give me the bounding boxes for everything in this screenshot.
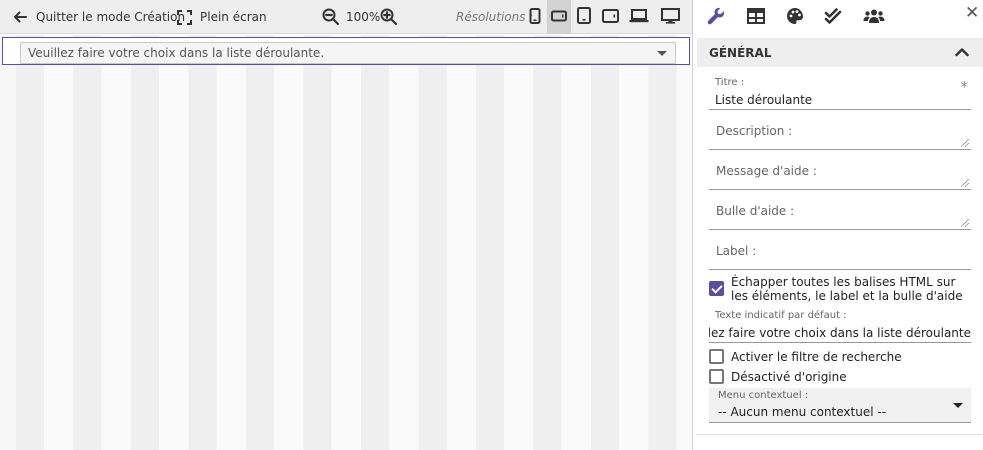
context-menu-select[interactable]: Menu contextuel : -- Aucun menu contextu… (709, 388, 971, 423)
disabled-label: Désactivé d'origine (731, 370, 847, 384)
design-area: Quitter le mode Création Plein écran 100… (0, 0, 693, 450)
section-general-body: Titre : * Liste déroulante Description :… (697, 67, 983, 435)
default-hint-field[interactable]: Texte indicatif par défaut : Veuillez fa… (709, 309, 971, 343)
tab-general[interactable] (705, 6, 727, 30)
design-canvas[interactable]: Veuillez faire votre choix dans la liste… (0, 35, 692, 450)
close-icon: ✕ (965, 3, 980, 23)
resolution-mobile-landscape-button[interactable] (547, 0, 571, 34)
help-message-placeholder: Message d'aide : (716, 164, 817, 178)
description-field[interactable]: Description : (709, 115, 971, 150)
monitor-icon (660, 7, 680, 27)
tab-validation[interactable] (822, 8, 844, 28)
tooltip-placeholder: Bulle d'aide : (716, 204, 795, 218)
resize-handle-icon[interactable] (961, 219, 969, 227)
search-filter-label: Activer le filtre de recherche (731, 350, 902, 364)
disabled-checkbox[interactable] (709, 369, 724, 384)
title-field-label: Titre : (715, 77, 745, 88)
dropdown-preview[interactable]: Veuillez faire votre choix dans la liste… (20, 42, 676, 64)
caret-down-icon (657, 51, 667, 56)
tab-style[interactable] (784, 8, 806, 28)
laptop-icon (629, 8, 649, 26)
section-general-header[interactable]: GÉNÉRAL (697, 38, 983, 67)
label-field[interactable]: Label : (709, 235, 971, 270)
resolution-desktop-button[interactable] (658, 0, 682, 34)
tab-permissions[interactable] (863, 8, 885, 28)
smartphone-landscape-icon (551, 10, 567, 25)
section-general-title: GÉNÉRAL (709, 45, 772, 60)
default-hint-value: Veuillez faire votre choix dans la liste… (709, 326, 971, 340)
zoom-in-icon (380, 8, 398, 26)
resolution-laptop-button[interactable] (627, 0, 651, 34)
caret-down-icon (953, 403, 963, 408)
dropdown-preview-text: Veuillez faire votre choix dans la liste… (28, 46, 325, 60)
resolution-tablet-portrait-button[interactable] (572, 0, 596, 34)
table-icon (747, 8, 765, 28)
users-icon (863, 8, 885, 28)
exit-design-mode-label: Quitter le mode Création (36, 10, 186, 24)
smartphone-icon (529, 7, 541, 27)
close-panel-button[interactable]: ✕ (965, 3, 980, 23)
resolution-tablet-landscape-button[interactable] (598, 0, 622, 34)
properties-tabs: ✕ (697, 0, 983, 36)
zoom-in-button[interactable] (380, 0, 398, 34)
search-filter-checkbox[interactable] (709, 349, 724, 364)
tablet-icon (577, 7, 591, 27)
resize-handle-icon[interactable] (961, 179, 969, 187)
description-placeholder: Description : (716, 124, 793, 138)
palette-icon (786, 7, 804, 29)
exit-design-mode-button[interactable]: Quitter le mode Création (12, 0, 185, 34)
tablet-landscape-icon (601, 8, 619, 26)
zoom-out-icon (322, 8, 340, 26)
title-field[interactable]: Titre : * Liste déroulante (709, 77, 971, 110)
default-hint-label: Texte indicatif par défaut : (715, 310, 847, 321)
fullscreen-icon (177, 9, 192, 25)
label-placeholder: Label : (716, 244, 757, 258)
arrow-left-icon (12, 9, 28, 25)
help-message-field[interactable]: Message d'aide : (709, 155, 971, 190)
chevron-up-icon (955, 46, 969, 60)
resolutions-label: Résolutions : (456, 10, 534, 24)
context-menu-value: -- Aucun menu contextuel -- (718, 405, 887, 419)
resolution-mobile-portrait-button[interactable] (523, 0, 547, 34)
double-check-icon (824, 8, 842, 28)
selected-field-frame[interactable]: Veuillez faire votre choix dans la liste… (2, 37, 690, 65)
context-menu-label: Menu contextuel : (718, 390, 809, 401)
properties-panel: ✕ GÉNÉRAL Titre : * Liste déroulante Des… (697, 0, 983, 450)
title-field-value: Liste déroulante (715, 93, 813, 107)
escape-html-checkbox[interactable] (709, 281, 724, 296)
wrench-icon (706, 6, 726, 30)
form-designer: Quitter le mode Création Plein écran 100… (0, 0, 983, 450)
grid-columns (16, 35, 692, 450)
designer-toolbar: Quitter le mode Création Plein écran 100… (0, 0, 692, 34)
required-mark: * (960, 78, 969, 96)
resize-handle-icon[interactable] (961, 139, 969, 147)
tooltip-field[interactable]: Bulle d'aide : (709, 195, 971, 230)
zoom-out-button[interactable] (322, 0, 340, 34)
fullscreen-button[interactable]: Plein écran (177, 0, 267, 34)
fullscreen-label: Plein écran (200, 10, 267, 24)
zoom-level: 100% (346, 10, 381, 24)
escape-html-label: Échapper toutes les balises HTML sur les… (731, 275, 963, 303)
tab-table[interactable] (745, 8, 767, 28)
